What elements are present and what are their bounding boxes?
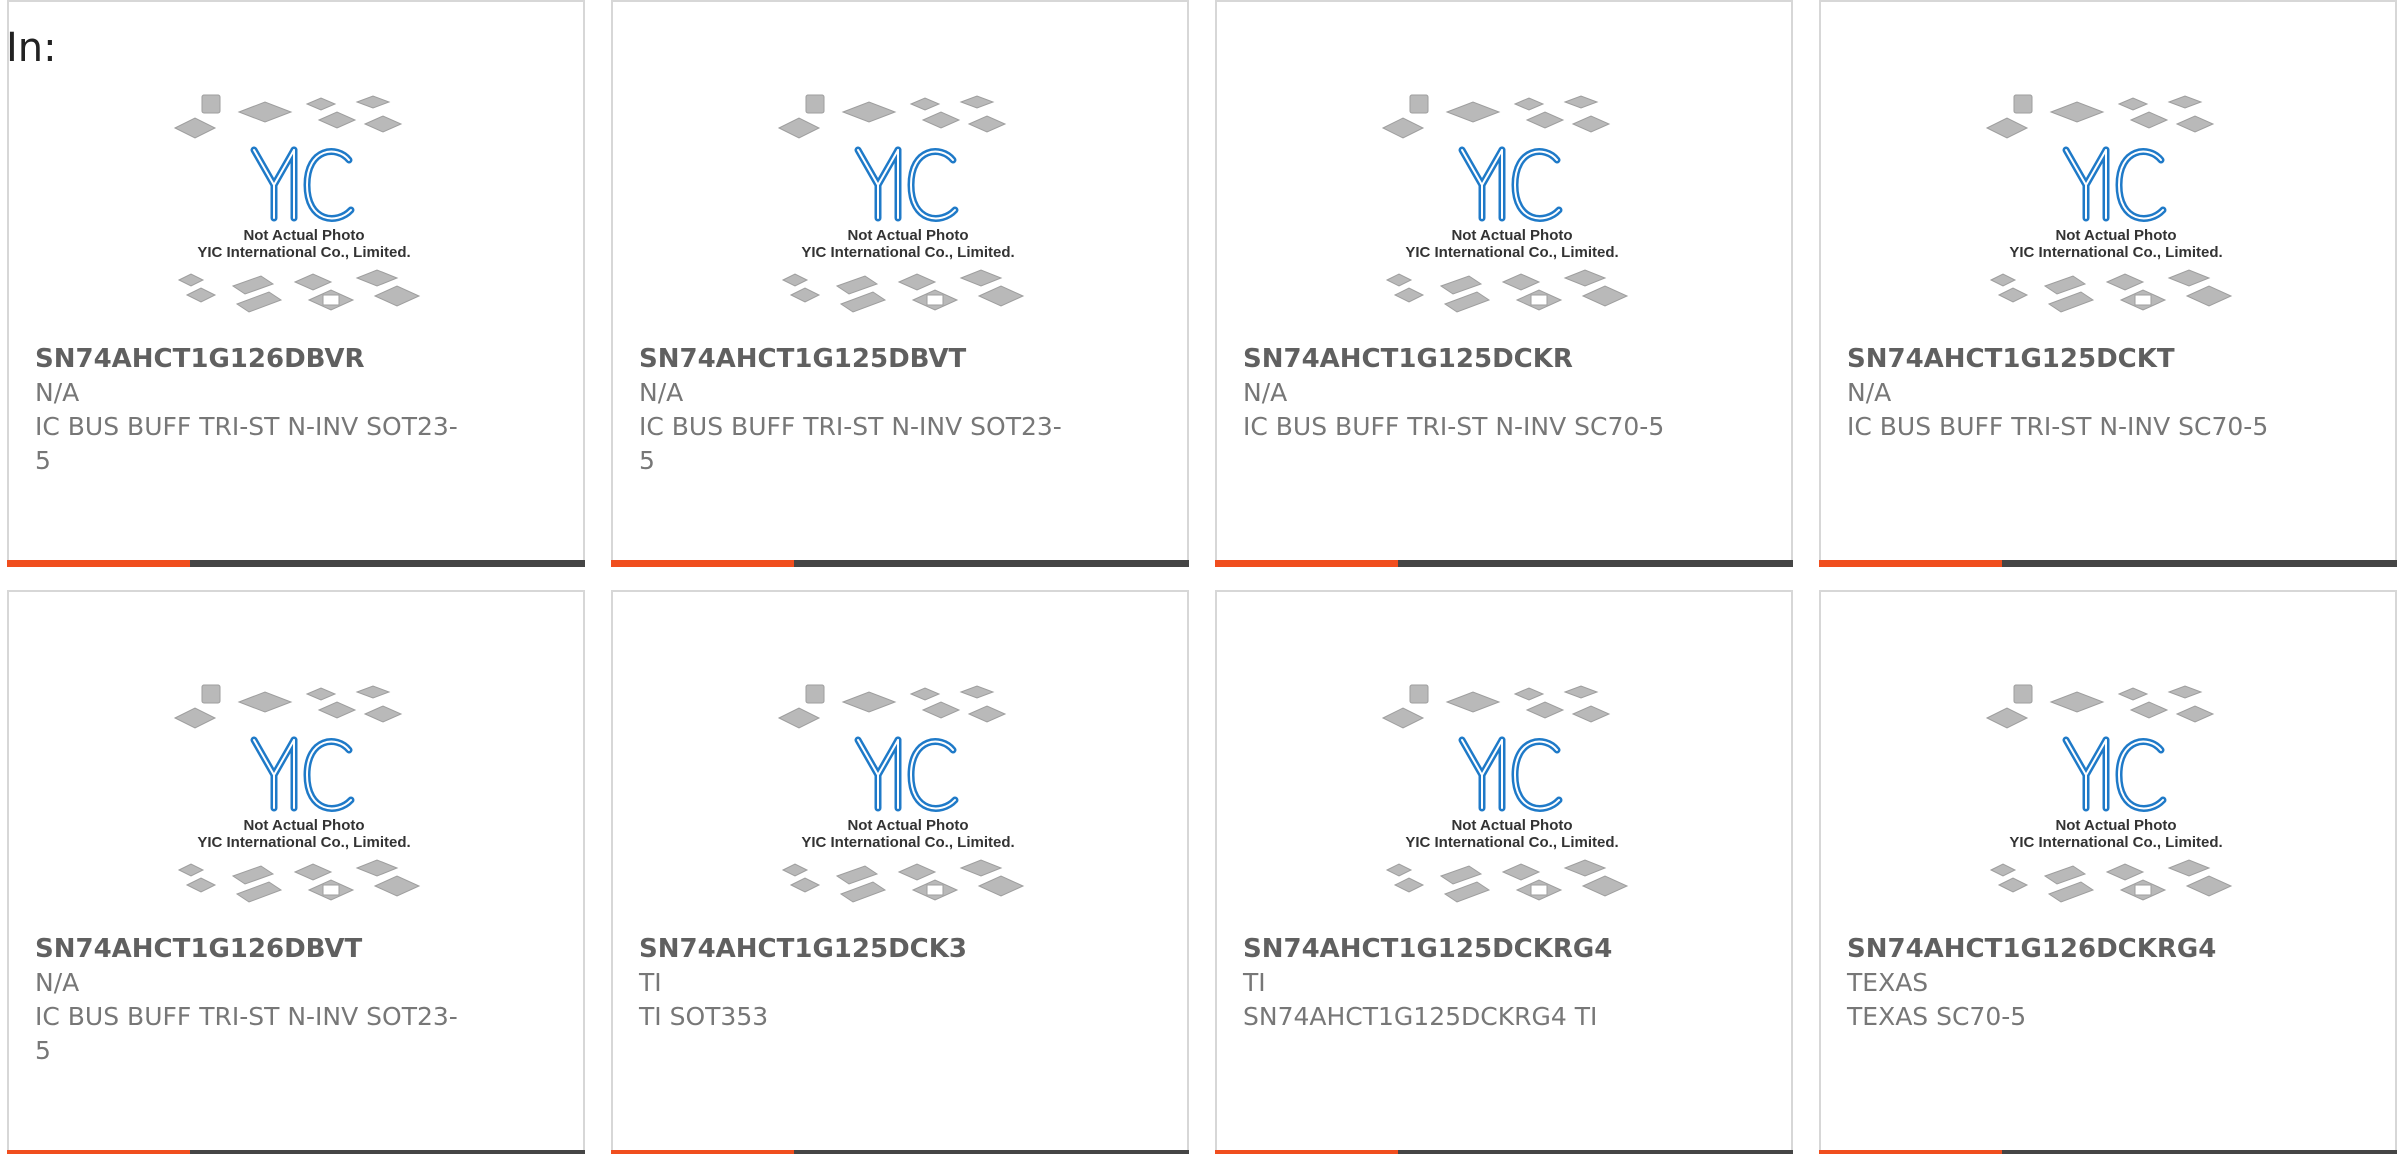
manufacturer: N/A xyxy=(639,378,684,407)
part-number-link[interactable]: SN74AHCT1G125DCKT xyxy=(1847,342,2367,376)
card-accent-bar xyxy=(611,1150,794,1154)
product-info: SN74AHCT1G125DCKRG4 TI SN74AHCT1G125DCKR… xyxy=(1243,932,1763,1034)
product-card[interactable]: Not Actual Photo YIC International Co., … xyxy=(1819,0,2397,567)
page-title: In: xyxy=(6,25,57,71)
card-bottom-bar xyxy=(1215,1150,1793,1154)
photo-caption-line1: Not Actual Photo xyxy=(1451,227,1572,244)
product-grid-page: In: Not Actual Photo YIC International C… xyxy=(0,0,2400,1154)
photo-caption-line1: Not Actual Photo xyxy=(847,817,968,834)
photo-caption-line2: YIC International Co., Limited. xyxy=(1405,244,1618,261)
manufacturer: TEXAS xyxy=(1847,968,1929,997)
card-accent-bar xyxy=(1819,560,2002,567)
product-info: SN74AHCT1G125DCK3 TI TI SOT353 xyxy=(639,932,1159,1034)
product-card[interactable]: Not Actual Photo YIC International Co., … xyxy=(7,590,585,1154)
card-bottom-bar xyxy=(1215,560,1793,567)
product-photo[interactable]: Not Actual Photo YIC International Co., … xyxy=(169,680,439,924)
chip-packages-placeholder-icon: Not Actual Photo YIC International Co., … xyxy=(777,94,1025,313)
product-info: SN74AHCT1G126DBVT N/A IC BUS BUFF TRI-ST… xyxy=(35,932,555,1068)
card-accent-bar xyxy=(1215,1150,1398,1154)
product-info: SN74AHCT1G126DBVR N/A IC BUS BUFF TRI-ST… xyxy=(35,342,555,478)
manufacturer: N/A xyxy=(35,378,80,407)
part-number-link[interactable]: SN74AHCT1G126DCKRG4 xyxy=(1847,932,2367,966)
card-accent-bar xyxy=(1215,560,1398,567)
part-number-link[interactable]: SN74AHCT1G125DCKRG4 xyxy=(1243,932,1763,966)
card-bottom-bar xyxy=(7,560,585,567)
photo-caption-line1: Not Actual Photo xyxy=(1451,817,1572,834)
product-photo[interactable]: Not Actual Photo YIC International Co., … xyxy=(1377,90,1647,334)
part-number-link[interactable]: SN74AHCT1G126DBVT xyxy=(35,932,555,966)
chip-packages-placeholder-icon: Not Actual Photo YIC International Co., … xyxy=(173,684,421,903)
product-card[interactable]: Not Actual Photo YIC International Co., … xyxy=(1215,590,1793,1154)
product-description: IC BUS BUFF TRI-ST N-INV SOT23-5 xyxy=(35,412,458,475)
card-bottom-bar xyxy=(611,1150,1189,1154)
manufacturer: N/A xyxy=(1243,378,1288,407)
manufacturer: TI xyxy=(639,968,662,997)
photo-caption-line1: Not Actual Photo xyxy=(2055,227,2176,244)
photo-caption-line2: YIC International Co., Limited. xyxy=(1405,834,1618,851)
product-description: IC BUS BUFF TRI-ST N-INV SC70-5 xyxy=(1847,412,2269,441)
product-description: IC BUS BUFF TRI-ST N-INV SOT23-5 xyxy=(35,1002,458,1065)
part-number-link[interactable]: SN74AHCT1G125DCKR xyxy=(1243,342,1763,376)
product-description: IC BUS BUFF TRI-ST N-INV SOT23-5 xyxy=(639,412,1062,475)
card-bottom-bar xyxy=(611,560,1189,567)
product-description: TEXAS SC70-5 xyxy=(1847,1002,2027,1031)
product-info: SN74AHCT1G125DCKR N/A IC BUS BUFF TRI-ST… xyxy=(1243,342,1763,444)
product-card[interactable]: Not Actual Photo YIC International Co., … xyxy=(7,0,585,567)
photo-caption-line2: YIC International Co., Limited. xyxy=(2009,834,2222,851)
photo-caption-line1: Not Actual Photo xyxy=(2055,817,2176,834)
card-bottom-bar xyxy=(7,1150,585,1154)
product-photo[interactable]: Not Actual Photo YIC International Co., … xyxy=(773,90,1043,334)
chip-packages-placeholder-icon: Not Actual Photo YIC International Co., … xyxy=(1985,684,2233,903)
product-description: IC BUS BUFF TRI-ST N-INV SC70-5 xyxy=(1243,412,1665,441)
chip-packages-placeholder-icon: Not Actual Photo YIC International Co., … xyxy=(173,94,421,313)
product-card[interactable]: Not Actual Photo YIC International Co., … xyxy=(611,0,1189,567)
manufacturer: N/A xyxy=(1847,378,1892,407)
chip-packages-placeholder-icon: Not Actual Photo YIC International Co., … xyxy=(1381,684,1629,903)
photo-caption-line2: YIC International Co., Limited. xyxy=(801,244,1014,261)
manufacturer: N/A xyxy=(35,968,80,997)
product-photo[interactable]: Not Actual Photo YIC International Co., … xyxy=(1981,90,2251,334)
product-card[interactable]: Not Actual Photo YIC International Co., … xyxy=(611,590,1189,1154)
part-number-link[interactable]: SN74AHCT1G126DBVR xyxy=(35,342,555,376)
photo-caption-line2: YIC International Co., Limited. xyxy=(801,834,1014,851)
product-card[interactable]: Not Actual Photo YIC International Co., … xyxy=(1819,590,2397,1154)
product-description: TI SOT353 xyxy=(639,1002,769,1031)
product-info: SN74AHCT1G125DBVT N/A IC BUS BUFF TRI-ST… xyxy=(639,342,1159,478)
product-info: SN74AHCT1G125DCKT N/A IC BUS BUFF TRI-ST… xyxy=(1847,342,2367,444)
photo-caption-line2: YIC International Co., Limited. xyxy=(197,244,410,261)
photo-caption-line1: Not Actual Photo xyxy=(847,227,968,244)
chip-packages-placeholder-icon: Not Actual Photo YIC International Co., … xyxy=(1381,94,1629,313)
product-photo[interactable]: Not Actual Photo YIC International Co., … xyxy=(773,680,1043,924)
card-bottom-bar xyxy=(1819,560,2397,567)
photo-caption-line1: Not Actual Photo xyxy=(243,817,364,834)
part-number-link[interactable]: SN74AHCT1G125DBVT xyxy=(639,342,1159,376)
product-card[interactable]: Not Actual Photo YIC International Co., … xyxy=(1215,0,1793,567)
card-accent-bar xyxy=(7,560,190,567)
chip-packages-placeholder-icon: Not Actual Photo YIC International Co., … xyxy=(1985,94,2233,313)
card-bottom-bar xyxy=(1819,1150,2397,1154)
product-photo[interactable]: Not Actual Photo YIC International Co., … xyxy=(1377,680,1647,924)
manufacturer: TI xyxy=(1243,968,1266,997)
photo-caption-line2: YIC International Co., Limited. xyxy=(2009,244,2222,261)
photo-caption-line2: YIC International Co., Limited. xyxy=(197,834,410,851)
card-accent-bar xyxy=(1819,1150,2002,1154)
chip-packages-placeholder-icon: Not Actual Photo YIC International Co., … xyxy=(777,684,1025,903)
product-info: SN74AHCT1G126DCKRG4 TEXAS TEXAS SC70-5 xyxy=(1847,932,2367,1034)
part-number-link[interactable]: SN74AHCT1G125DCK3 xyxy=(639,932,1159,966)
card-accent-bar xyxy=(7,1150,190,1154)
card-accent-bar xyxy=(611,560,794,567)
product-photo[interactable]: Not Actual Photo YIC International Co., … xyxy=(169,90,439,334)
product-description: SN74AHCT1G125DCKRG4 TI xyxy=(1243,1002,1598,1031)
photo-caption-line1: Not Actual Photo xyxy=(243,227,364,244)
product-photo[interactable]: Not Actual Photo YIC International Co., … xyxy=(1981,680,2251,924)
